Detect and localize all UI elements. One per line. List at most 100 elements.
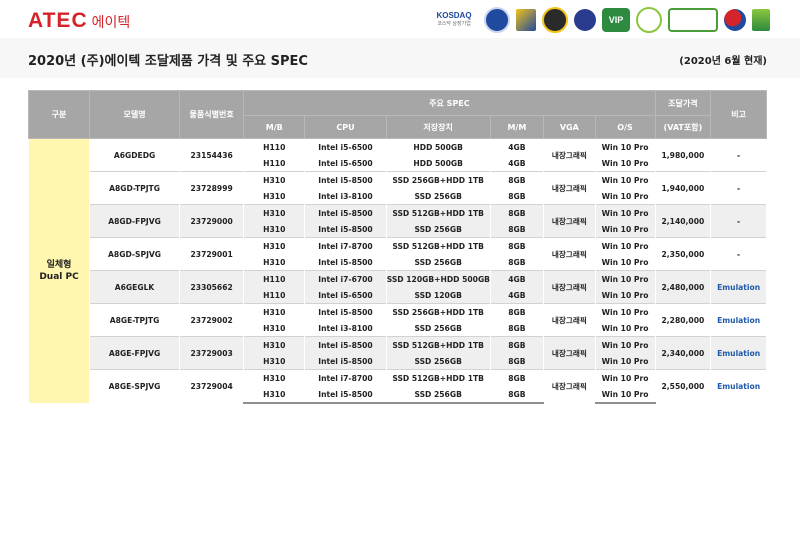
- os-cell: Win 10 Pro: [594, 204, 656, 221]
- green-mark-icon: [752, 9, 770, 31]
- model-cell: A6GEGLK: [89, 270, 181, 304]
- storage-cell: SSD 512GB+HDD 1TB: [385, 336, 491, 353]
- category-line2: Dual PC: [39, 272, 79, 282]
- product-id-cell: 23305662: [179, 270, 245, 304]
- storage-cell: HDD 500GB: [385, 155, 491, 172]
- price-spec-table: 구분 모델명 물품식별번호 주요 SPEC 조달가격 비고 M/B CPU 저장…: [27, 90, 767, 404]
- product-id-cell: 23728999: [179, 171, 245, 205]
- certification-mark-icon: [516, 9, 536, 31]
- mem-cell: 4GB: [489, 287, 545, 304]
- storage-cell: SSD 256GB: [385, 386, 491, 404]
- remark-cell: -: [710, 138, 767, 172]
- remark-cell: Emulation: [710, 369, 767, 403]
- price-cell: 1,940,000: [654, 171, 712, 205]
- category-line1: 일체형: [46, 260, 72, 270]
- cpu-cell: Intel i5-6500: [304, 287, 387, 304]
- kosdaq-label: KOSDAQ: [436, 11, 472, 20]
- cpu-cell: Intel i5-8500: [304, 336, 387, 353]
- mem-cell: 8GB: [489, 254, 545, 271]
- energy-mark-icon: [668, 8, 718, 32]
- korea-emblem-icon: [724, 9, 746, 31]
- vga-cell: 내장그래픽: [543, 369, 596, 403]
- vga-cell: 내장그래픽: [543, 303, 596, 337]
- mem-cell: 8GB: [489, 336, 545, 353]
- mem-cell: 8GB: [489, 188, 545, 205]
- os-cell: Win 10 Pro: [594, 171, 656, 188]
- eco-mark-icon: [636, 7, 662, 33]
- storage-cell: SSD 256GB: [385, 320, 491, 337]
- mem-cell: 8GB: [489, 369, 545, 386]
- cpu-cell: Intel i5-8500: [304, 171, 387, 188]
- cpu-cell: Intel i5-8500: [304, 303, 387, 320]
- mb-cell: H310: [243, 254, 306, 271]
- vip-badge-icon: VIP: [602, 8, 630, 32]
- mem-cell: 8GB: [489, 320, 545, 337]
- mb-cell: H110: [243, 270, 306, 287]
- mb-cell: H310: [243, 237, 306, 254]
- col-header-model: 모델명: [89, 90, 181, 139]
- price-cell: 2,340,000: [654, 336, 712, 370]
- mb-cell: H310: [243, 336, 306, 353]
- mem-cell: 8GB: [489, 303, 545, 320]
- col-header-main-spec: 주요 SPEC: [243, 90, 656, 116]
- remark-cell: Emulation: [710, 336, 767, 370]
- col-header-price: 조달가격: [654, 90, 712, 116]
- mb-cell: H310: [243, 353, 306, 370]
- storage-cell: HDD 500GB: [385, 138, 491, 155]
- remark-cell: -: [710, 204, 767, 238]
- storage-cell: SSD 512GB+HDD 1TB: [385, 204, 491, 221]
- cpu-cell: Intel i3-8100: [304, 320, 387, 337]
- os-cell: Win 10 Pro: [594, 237, 656, 254]
- col-header-cpu: CPU: [304, 115, 387, 139]
- model-cell: A8GE-SPJVG: [89, 369, 181, 403]
- col-header-product-id: 물품식별번호: [179, 90, 245, 139]
- vga-cell: 내장그래픽: [543, 138, 596, 172]
- mem-cell: 8GB: [489, 237, 545, 254]
- model-cell: A8GD-TPJTG: [89, 171, 181, 205]
- mb-cell: H310: [243, 171, 306, 188]
- as-of-date: (2020년 6월 현재): [679, 56, 767, 67]
- cpu-cell: Intel i5-8500: [304, 221, 387, 238]
- cpu-cell: Intel i7-8700: [304, 237, 387, 254]
- remark-cell: -: [710, 171, 767, 205]
- os-cell: Win 10 Pro: [594, 270, 656, 287]
- model-cell: A8GE-TPJTG: [89, 303, 181, 337]
- mem-cell: 8GB: [489, 221, 545, 238]
- col-header-storage: 저장장치: [385, 115, 491, 139]
- storage-cell: SSD 256GB: [385, 188, 491, 205]
- storage-cell: SSD 256GB: [385, 353, 491, 370]
- product-id-cell: 23154436: [179, 138, 245, 172]
- cpu-cell: Intel i5-6500: [304, 138, 387, 155]
- os-cell: Win 10 Pro: [594, 188, 656, 205]
- certification-emblem-icon: [484, 7, 510, 33]
- mb-cell: H110: [243, 287, 306, 304]
- mb-cell: H310: [243, 204, 306, 221]
- storage-cell: SSD 256GB+HDD 1TB: [385, 303, 491, 320]
- price-cell: 2,550,000: [654, 369, 712, 403]
- storage-cell: SSD 256GB+HDD 1TB: [385, 171, 491, 188]
- os-cell: Win 10 Pro: [594, 386, 656, 404]
- os-cell: Win 10 Pro: [594, 320, 656, 337]
- model-cell: A8GD-FPJVG: [89, 204, 181, 238]
- cpu-cell: Intel i5-8500: [304, 254, 387, 271]
- cpu-cell: Intel i5-8500: [304, 386, 387, 404]
- mem-cell: 4GB: [489, 155, 545, 172]
- remark-cell: -: [710, 237, 767, 271]
- category-cell: 일체형 Dual PC: [27, 138, 91, 403]
- mb-cell: H310: [243, 303, 306, 320]
- certification-badges: KOSDAQ 코스닥 상장기업 VIP: [430, 7, 770, 33]
- remark-cell: Emulation: [710, 303, 767, 337]
- page-header: ATEC 에이텍 KOSDAQ 코스닥 상장기업 VIP: [0, 0, 800, 38]
- os-cell: Win 10 Pro: [594, 369, 656, 386]
- cpu-cell: Intel i5-8500: [304, 204, 387, 221]
- mb-cell: H310: [243, 369, 306, 386]
- price-cell: 2,140,000: [654, 204, 712, 238]
- mem-cell: 8GB: [489, 353, 545, 370]
- price-cell: 2,280,000: [654, 303, 712, 337]
- os-cell: Win 10 Pro: [594, 254, 656, 271]
- price-cell: 2,480,000: [654, 270, 712, 304]
- storage-cell: SSD 512GB+HDD 1TB: [385, 369, 491, 386]
- certification-seal-icon: [574, 9, 596, 31]
- col-header-mb: M/B: [243, 115, 306, 139]
- os-cell: Win 10 Pro: [594, 353, 656, 370]
